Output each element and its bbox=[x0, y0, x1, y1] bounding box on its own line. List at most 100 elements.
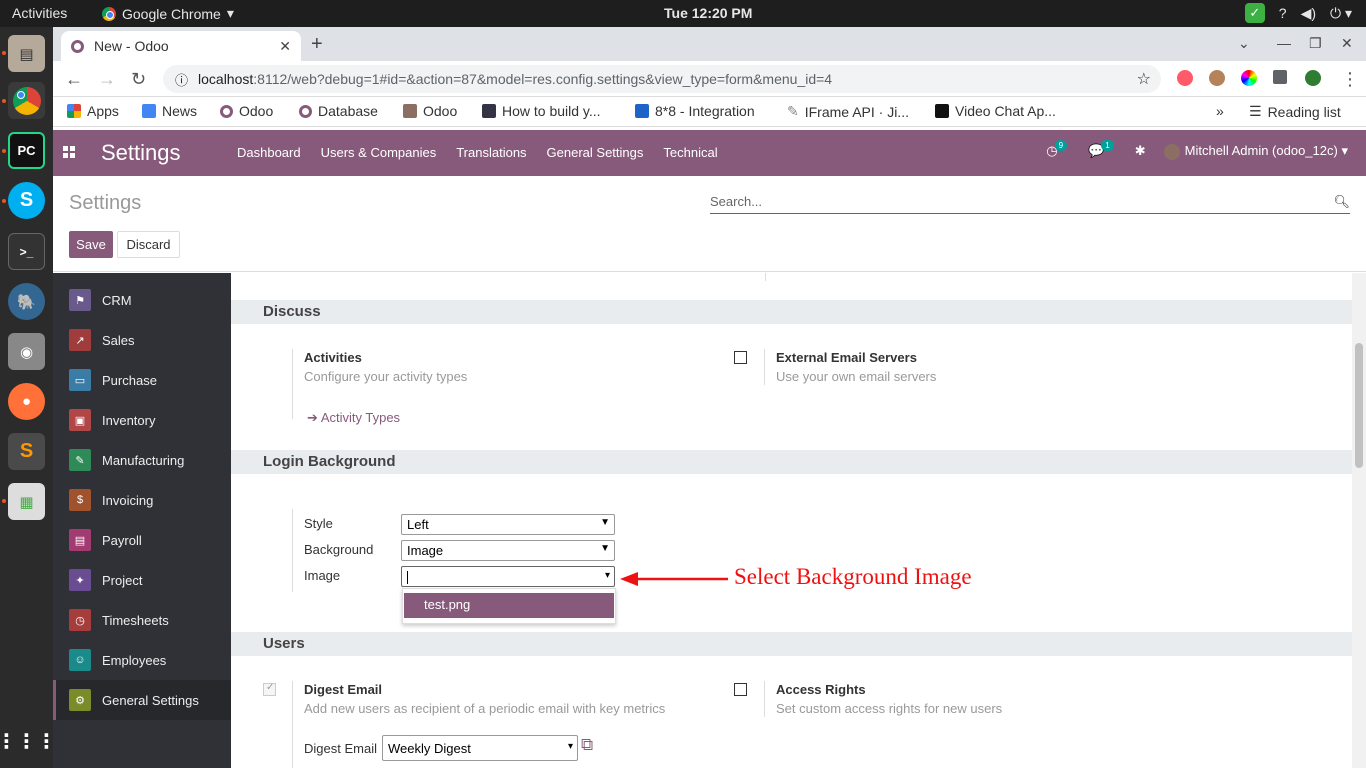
bookmark-video-chat[interactable]: Video Chat Ap... bbox=[935, 103, 1056, 119]
close-window-icon[interactable]: ✕ bbox=[1341, 35, 1353, 52]
help-icon[interactable]: ? bbox=[1279, 5, 1287, 21]
sidebar-item-manufacturing[interactable]: ✎ Manufacturing bbox=[53, 440, 231, 480]
access-rights-checkbox[interactable] bbox=[734, 683, 747, 696]
caret-down-icon: ▾ bbox=[1341, 143, 1348, 158]
bookmark-odoo-2[interactable]: Odoo bbox=[403, 103, 457, 119]
purchase-card-icon: ▭ bbox=[69, 369, 91, 391]
profile-avatar-icon[interactable] bbox=[1305, 70, 1321, 86]
terminal-icon[interactable]: >_ bbox=[8, 233, 45, 270]
site-info-icon[interactable]: ⓘ bbox=[175, 70, 188, 89]
user-menu[interactable]: Mitchell Admin (odoo_12c) ▾ bbox=[1163, 143, 1348, 160]
menu-general-settings[interactable]: General Settings bbox=[547, 145, 644, 160]
extensions-puzzle-icon[interactable] bbox=[1273, 70, 1287, 84]
chrome-menu-icon[interactable]: ⋮ bbox=[1341, 69, 1359, 90]
activity-menu[interactable]: ◷9 bbox=[1046, 140, 1070, 159]
files-icon[interactable]: ▤ bbox=[8, 35, 45, 72]
extension-monkey-icon[interactable] bbox=[1209, 70, 1225, 86]
messaging-menu[interactable]: 💬1 bbox=[1088, 140, 1117, 159]
bookmark-news[interactable]: News bbox=[142, 103, 197, 119]
menu-users-companies[interactable]: Users & Companies bbox=[321, 145, 437, 160]
close-tab-icon[interactable]: ✕ bbox=[279, 38, 291, 55]
maximize-icon[interactable]: ❐ bbox=[1309, 35, 1322, 52]
image-viewer-icon[interactable]: ▦ bbox=[8, 483, 45, 520]
external-email-checkbox[interactable] bbox=[734, 351, 747, 364]
postgres-icon[interactable]: 🐘 bbox=[8, 283, 45, 320]
doc-icon bbox=[635, 104, 649, 118]
debug-bug-icon[interactable]: ✱ bbox=[1135, 143, 1146, 159]
caret-down-icon[interactable]: ▾ bbox=[605, 570, 610, 581]
search-icon[interactable]: 🔍︎ bbox=[1333, 194, 1350, 210]
clock[interactable]: Tue 12:20 PM bbox=[664, 5, 752, 21]
tab-search-icon[interactable]: ⌄ bbox=[1238, 35, 1250, 52]
reading-list[interactable]: ☰ Reading list bbox=[1249, 103, 1341, 120]
apps-menu-icon[interactable] bbox=[63, 146, 75, 158]
menu-translations[interactable]: Translations bbox=[456, 145, 526, 160]
digest-select[interactable]: Weekly Digest ▾ bbox=[382, 735, 578, 761]
reading-list-label: Reading list bbox=[1267, 103, 1341, 120]
back-icon[interactable]: ← bbox=[65, 69, 83, 90]
search-input[interactable]: Search... 🔍︎ bbox=[710, 192, 1350, 214]
extension-red-icon[interactable] bbox=[1177, 70, 1193, 86]
menu-dashboard[interactable]: Dashboard bbox=[237, 145, 301, 160]
forward-icon[interactable]: → bbox=[98, 69, 116, 90]
section-users: Users bbox=[231, 632, 1352, 656]
bookmark-iframe-api[interactable]: ✎ IFrame API · Ji... bbox=[787, 103, 909, 120]
bookmark-8x8[interactable]: 8*8 - Integration bbox=[635, 103, 755, 119]
activities-button[interactable]: Activities bbox=[12, 5, 67, 21]
menu-technical[interactable]: Technical bbox=[663, 145, 717, 160]
bookmark-database[interactable]: Database bbox=[299, 103, 378, 119]
sidebar-item-invoicing[interactable]: $ Invoicing bbox=[53, 480, 231, 520]
digest-email-checkbox[interactable] bbox=[263, 682, 276, 696]
show-apps-icon[interactable]: ⋮⋮⋮ bbox=[0, 723, 57, 760]
activity-types-link[interactable]: ➔ Activity Types bbox=[307, 410, 400, 426]
app-menu[interactable]: Google Chrome ▾ bbox=[102, 5, 234, 22]
browser-tab[interactable]: New - Odoo ✕ bbox=[61, 31, 301, 61]
discard-button[interactable]: Discard bbox=[117, 231, 180, 258]
bookmarks-overflow[interactable]: » bbox=[1216, 103, 1224, 119]
dropdown-option-test-png[interactable]: test.png bbox=[404, 593, 614, 618]
bookmark-how-to-build[interactable]: How to build y... bbox=[482, 103, 601, 119]
image-many2one-input[interactable]: ▾ bbox=[401, 566, 615, 587]
style-select[interactable]: Left ▼ bbox=[401, 514, 615, 535]
odoo-square-icon bbox=[403, 104, 417, 118]
app-brand[interactable]: Settings bbox=[101, 140, 181, 166]
sidebar-item-payroll[interactable]: ▤ Payroll bbox=[53, 520, 231, 560]
reload-icon[interactable]: ↻ bbox=[131, 69, 146, 90]
url-bar[interactable]: ⓘ localhost:8112/web?debug=1#id=&action=… bbox=[163, 65, 1161, 93]
extension-color-icon[interactable] bbox=[1241, 70, 1257, 86]
jitsi-icon: ✎ bbox=[787, 103, 799, 119]
bookmark-label: Database bbox=[318, 103, 378, 119]
power-icon[interactable]: ⏻ ▾ bbox=[1330, 5, 1352, 22]
update-check-icon[interactable]: ✓ bbox=[1244, 3, 1265, 23]
bookmark-odoo[interactable]: Odoo bbox=[220, 103, 273, 119]
sidebar-item-project[interactable]: ✦ Project bbox=[53, 560, 231, 600]
firefox-icon[interactable]: ● bbox=[8, 383, 45, 420]
sidebar-item-employees[interactable]: ☺ Employees bbox=[53, 640, 231, 680]
sidebar-item-purchase[interactable]: ▭ Purchase bbox=[53, 360, 231, 400]
app-menu-label: Google Chrome bbox=[122, 5, 221, 22]
external-link-icon[interactable]: ⧉ bbox=[581, 735, 593, 755]
volume-icon[interactable]: ◀) bbox=[1301, 5, 1316, 22]
scrollbar-thumb[interactable] bbox=[1355, 343, 1363, 468]
content-scrollbar[interactable] bbox=[1352, 273, 1366, 768]
skype-icon[interactable]: S bbox=[8, 182, 45, 219]
bookmark-apps[interactable]: Apps bbox=[67, 103, 119, 119]
sidebar-item-sales[interactable]: ↗ Sales bbox=[53, 320, 231, 360]
bookmark-star-icon[interactable]: ☆ bbox=[1137, 69, 1151, 89]
camera-icon[interactable]: ◉ bbox=[8, 333, 45, 370]
pycharm-icon[interactable]: PC bbox=[8, 132, 45, 169]
sidebar-item-general-settings[interactable]: ⚙ General Settings bbox=[53, 680, 231, 720]
systray: ◷9 💬1 ✱ Mitchell Admin (odoo_12c) ▾ bbox=[1046, 140, 1348, 160]
sidebar-item-crm[interactable]: ⚑ CRM bbox=[53, 280, 231, 320]
save-button[interactable]: Save bbox=[69, 231, 113, 258]
sidebar-item-inventory[interactable]: ▣ Inventory bbox=[53, 400, 231, 440]
background-select[interactable]: Image ▼ bbox=[401, 540, 615, 561]
minimize-icon[interactable]: — bbox=[1277, 35, 1291, 51]
sidebar-item-label: Timesheets bbox=[102, 612, 169, 628]
new-tab-icon[interactable]: + bbox=[311, 33, 323, 56]
system-tray[interactable]: ✓ ? ◀) ⏻ ▾ bbox=[1244, 3, 1352, 23]
chrome-dock-icon[interactable] bbox=[8, 82, 45, 119]
sidebar-item-label: Invoicing bbox=[102, 492, 154, 508]
sidebar-item-timesheets[interactable]: ◷ Timesheets bbox=[53, 600, 231, 640]
sublime-icon[interactable]: S bbox=[8, 433, 45, 470]
